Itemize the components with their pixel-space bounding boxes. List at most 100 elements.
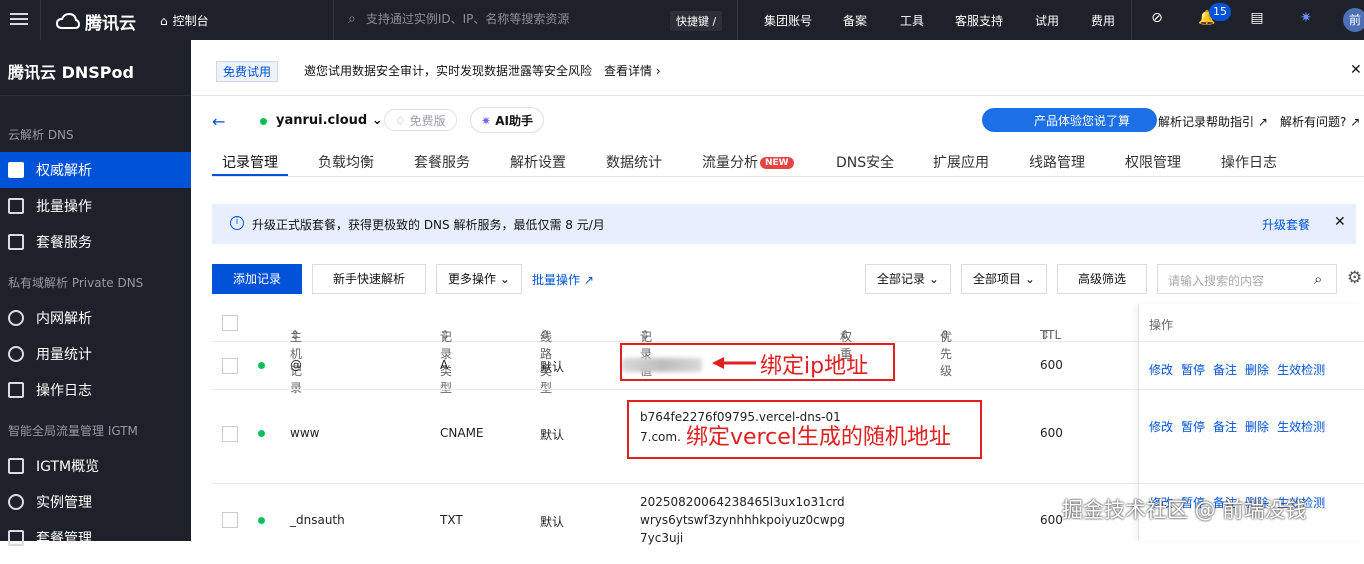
close-icon[interactable]: ✕ (1350, 62, 1362, 78)
instance-icon (8, 494, 24, 510)
menu-icon[interactable] (10, 10, 28, 30)
delete-link[interactable]: 删除 (1245, 420, 1269, 434)
tab-records[interactable]: 记录管理 (222, 152, 278, 172)
global-search[interactable]: ⌕ 支持通过实例ID、IP、名称等搜索资源 (348, 10, 569, 27)
batch-ops-link[interactable]: 批量操作 ↗ (532, 271, 594, 288)
sidebar-item-batch[interactable]: 批量操作 (0, 188, 191, 224)
search-icon[interactable]: ⌕ (1314, 270, 1322, 288)
package-icon (8, 530, 24, 546)
edit-link[interactable]: 修改 (1149, 363, 1173, 377)
tab-statistics[interactable]: 数据统计 (606, 152, 662, 172)
help-problem-link[interactable]: 解析有问题? ↗ (1280, 113, 1360, 130)
console-link[interactable]: ⌂ 控制台 (160, 12, 209, 29)
sidebar-item-intranet[interactable]: 内网解析 (0, 300, 191, 336)
domain-selector[interactable]: yanrui.cloud ⌄ (276, 113, 383, 128)
notice-details-label: 查看详情 (604, 64, 653, 78)
notice-details-link[interactable]: 查看详情 › (604, 62, 661, 79)
brand-name: 腾讯云 (85, 14, 136, 34)
section-title-igtm: 智能全局流量管理 IGTM (8, 424, 138, 438)
tab-packages[interactable]: 套餐服务 (414, 152, 470, 172)
row-checkbox[interactable] (222, 426, 238, 442)
shortcut-key-badge[interactable]: 快捷键 / (670, 11, 723, 31)
help-guide-link[interactable]: 解析记录帮助指引 ↗ (1158, 113, 1268, 130)
nav-tools[interactable]: 工具 (900, 12, 924, 29)
more-actions-dropdown[interactable]: 更多操作 ⌄ (436, 264, 522, 294)
sidebar-item-label: IGTM概览 (36, 459, 100, 475)
check-link[interactable]: 生效检测 (1277, 420, 1325, 434)
pause-link[interactable]: 暂停 (1181, 363, 1205, 377)
info-icon: i (230, 216, 244, 230)
status-dot (260, 118, 267, 125)
main-content: ← yanrui.cloud ⌄ ♢ 免费版 ✷ AI助手 产品体验您说了算 解… (192, 96, 1364, 545)
tab-extensions[interactable]: 扩展应用 (933, 152, 989, 172)
cart-icon[interactable]: ▤ (1247, 10, 1267, 30)
record-search-input[interactable]: 请输入搜索的内容 (1157, 264, 1337, 294)
sidebar-item-instances[interactable]: 实例管理 (0, 484, 191, 520)
note-link[interactable]: 备注 (1213, 420, 1237, 434)
nav-billing[interactable]: 费用 (1091, 12, 1115, 29)
advanced-filter-button[interactable]: 高级筛选 (1057, 264, 1147, 294)
status-dot (258, 362, 265, 369)
project-filter-dropdown[interactable]: 全部项目 ⌄ (961, 264, 1047, 294)
package-icon (8, 234, 24, 250)
quick-setup-button[interactable]: 新手快速解析 (312, 264, 426, 294)
delete-link[interactable]: 删除 (1245, 363, 1269, 377)
tab-label: 负载均衡 (318, 155, 374, 171)
value-line: wrys6ytswf3zynhhhkpoiyuz0cwpg (640, 513, 845, 527)
sidebar: 腾讯云 DNSPod 云解析 DNS 权威解析 批量操作 套餐服务 私有域解析 … (0, 40, 191, 547)
tab-dns-security[interactable]: DNS安全 (836, 152, 894, 172)
section-title-dns: 云解析 DNS (8, 128, 74, 142)
type-cell: A (440, 358, 449, 372)
divider (40, 0, 41, 40)
ttl-cell: 600 (1040, 426, 1063, 440)
tab-traffic-analysis[interactable]: 流量分析 NEW (702, 152, 794, 172)
new-badge: NEW (760, 157, 794, 169)
pause-link[interactable]: 暂停 (1181, 420, 1205, 434)
ttl-cell: 600 (1040, 358, 1063, 372)
select-all-checkbox[interactable] (222, 315, 238, 331)
back-arrow-icon[interactable]: ← (212, 112, 225, 131)
tab-settings[interactable]: 解析设置 (510, 152, 566, 172)
tab-permissions[interactable]: 权限管理 (1125, 152, 1181, 172)
nav-filing[interactable]: 备案 (843, 12, 867, 29)
tab-oplog[interactable]: 操作日志 (1221, 152, 1277, 172)
sidebar-item-authoritative[interactable]: 权威解析 (0, 152, 191, 188)
sidebar-item-usage[interactable]: 用量统计 (0, 336, 191, 372)
watermark: 掘金技术社区 @ 前端没钱 (1062, 498, 1307, 522)
row-checkbox[interactable] (222, 358, 238, 374)
row-actions: 修改 暂停 备注 删除 生效检测 (1149, 418, 1333, 435)
tab-load-balance[interactable]: 负载均衡 (318, 152, 374, 172)
notice-message: 邀您试用数据安全审计，实时发现数据泄露等安全风险 (304, 64, 593, 78)
tab-label: 权限管理 (1125, 155, 1181, 171)
upgrade-link[interactable]: 升级套餐 (1262, 216, 1310, 233)
gear-icon[interactable]: ⚙ (1347, 268, 1362, 288)
tab-lines[interactable]: 线路管理 (1029, 152, 1085, 172)
edit-link[interactable]: 修改 (1149, 420, 1173, 434)
star-logo-icon[interactable]: ✷ (1296, 10, 1316, 30)
ai-assistant-button[interactable]: ✷ AI助手 (470, 107, 545, 133)
nav-trial[interactable]: 试用 (1035, 12, 1059, 29)
sidebar-item-oplog[interactable]: 操作日志 (0, 372, 191, 408)
check-link[interactable]: 生效检测 (1277, 363, 1325, 377)
nav-group-account[interactable]: 集团账号 (764, 12, 812, 29)
sidebar-item-package[interactable]: 套餐服务 (0, 224, 191, 260)
home-icon: ⌂ (160, 13, 168, 28)
link-circle-icon[interactable]: ⊘ (1147, 10, 1167, 30)
row-checkbox[interactable] (222, 512, 238, 528)
sidebar-item-igtm-overview[interactable]: IGTM概览 (0, 448, 191, 484)
sidebar-item-igtm-package[interactable]: 套餐管理 (0, 520, 191, 556)
close-icon[interactable]: ✕ (1334, 214, 1346, 230)
tab-label: 记录管理 (222, 155, 278, 171)
cloud-logo-icon (56, 12, 80, 29)
sidebar-item-label: 套餐管理 (36, 531, 92, 547)
nav-support[interactable]: 客服支持 (955, 12, 1003, 29)
feedback-button[interactable]: 产品体验您说了算 (982, 108, 1157, 132)
external-link-icon: ↗ (583, 273, 594, 287)
host-cell: @ (290, 358, 302, 372)
record-filter-dropdown[interactable]: 全部记录 ⌄ (865, 264, 951, 294)
note-link[interactable]: 备注 (1213, 363, 1237, 377)
add-record-button[interactable]: 添加记录 (212, 264, 302, 294)
tab-label: 操作日志 (1221, 155, 1277, 171)
brand-logo[interactable]: 腾讯云 (56, 9, 136, 34)
avatar[interactable]: 前 (1343, 8, 1364, 32)
